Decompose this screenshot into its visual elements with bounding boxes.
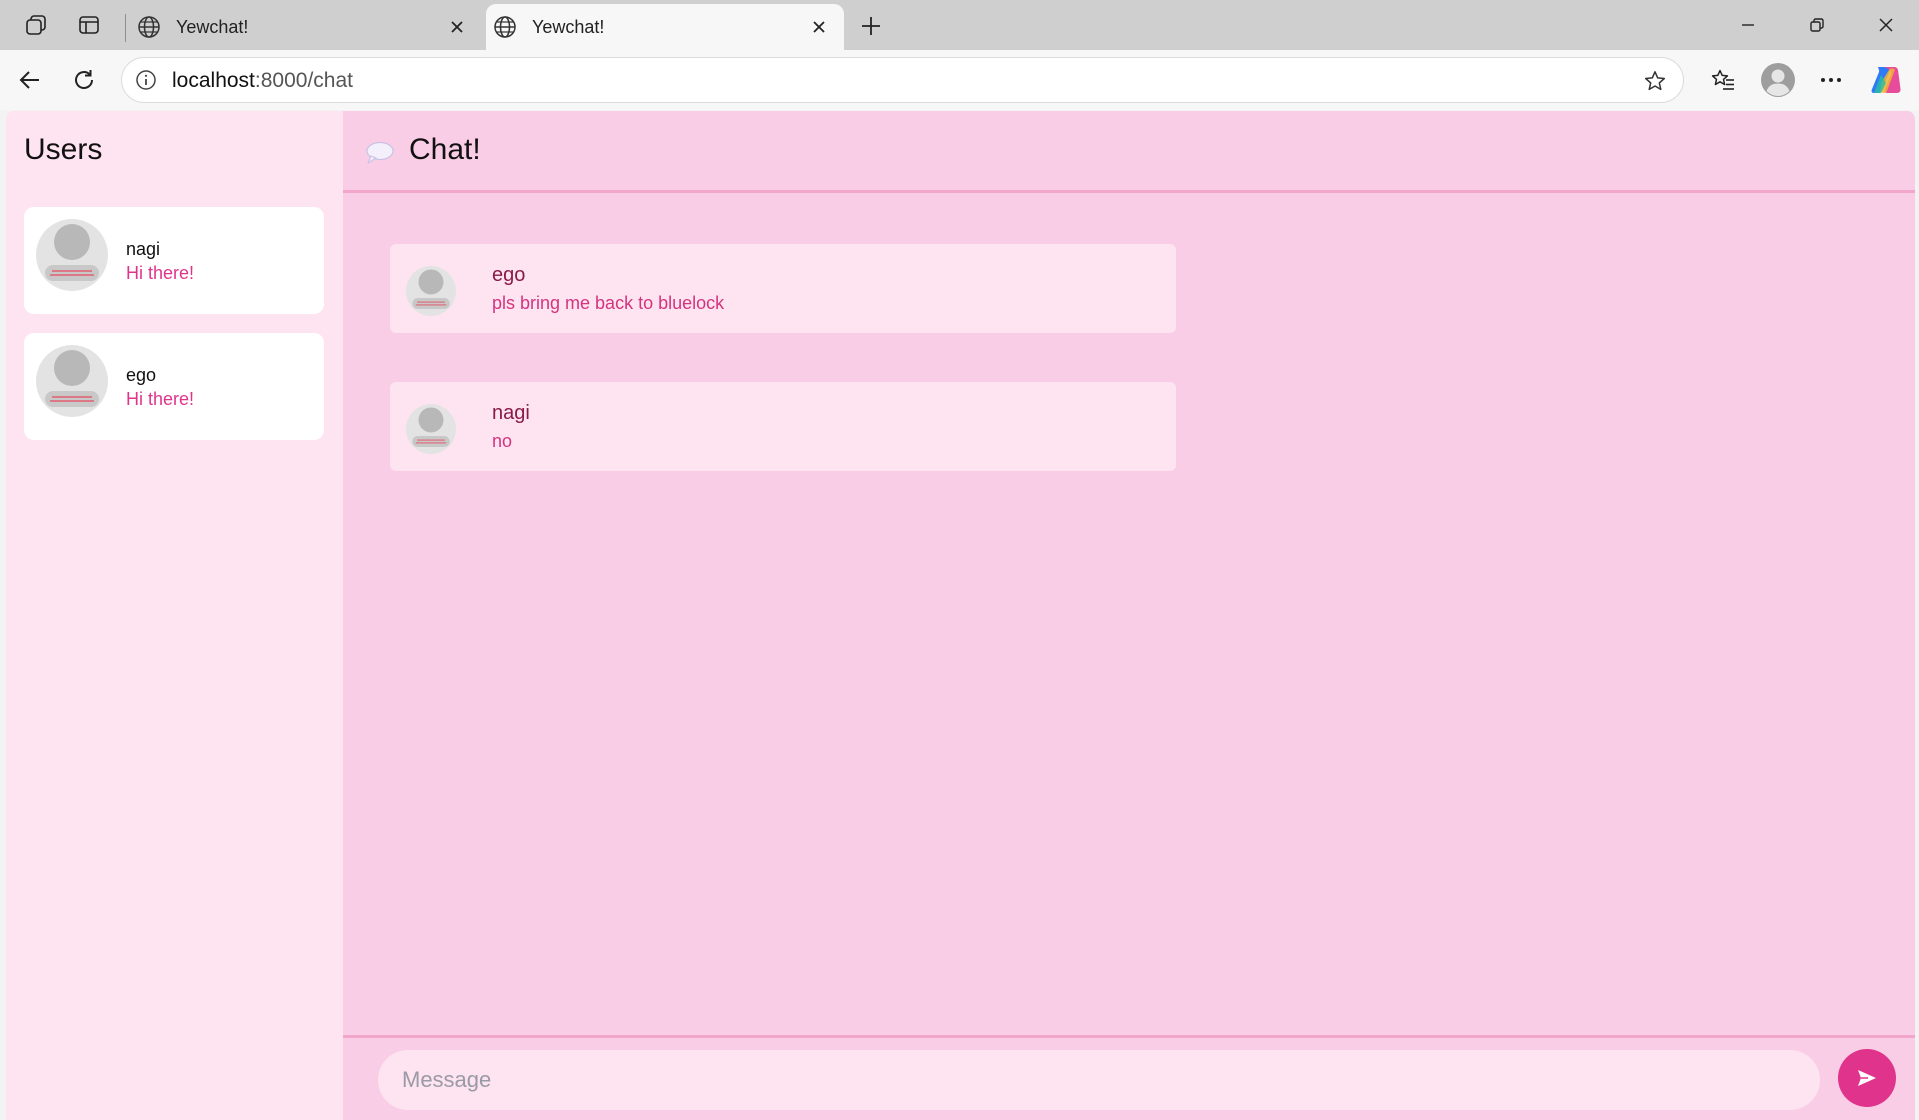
message-sender: nagi xyxy=(492,402,530,424)
tab-title: Yewchat! xyxy=(532,16,605,37)
compose-bar xyxy=(343,1035,1915,1120)
back-button[interactable] xyxy=(14,64,46,96)
url-host: localhost xyxy=(172,69,255,92)
user-name: nagi xyxy=(126,239,161,259)
chat-panel: Chat! ego pls bring me back to bluelock … xyxy=(343,111,1915,1120)
tab-separator xyxy=(125,14,126,42)
url-text: localhost:8000/chat xyxy=(172,69,353,93)
globe-icon xyxy=(136,14,162,40)
restore-button[interactable] xyxy=(1795,10,1839,40)
site-info-icon[interactable] xyxy=(134,68,158,92)
browser-window: Yewchat! Yewchat! localhost:8000/chat Us… xyxy=(0,0,1919,1120)
user-name: ego xyxy=(126,365,157,385)
tab-yewchat-2[interactable]: Yewchat! xyxy=(486,4,844,50)
users-sidebar: Users nagi Hi there! ego Hi there! xyxy=(6,111,342,1120)
globe-icon xyxy=(492,14,518,40)
workspaces-icon[interactable] xyxy=(22,11,50,39)
message-sender: ego xyxy=(492,264,526,286)
chat-title: Chat! xyxy=(409,133,481,166)
minimize-button[interactable] xyxy=(1726,10,1770,40)
address-bar[interactable]: localhost:8000/chat xyxy=(121,57,1684,103)
user-last-message: Hi there! xyxy=(126,389,195,409)
send-button[interactable] xyxy=(1838,1049,1896,1107)
more-options-icon[interactable] xyxy=(1815,64,1847,96)
message-text: no xyxy=(492,431,513,451)
sender-avatar xyxy=(406,266,456,321)
user-avatar xyxy=(36,345,108,422)
user-avatar xyxy=(36,219,108,296)
close-tab-icon[interactable] xyxy=(806,14,832,40)
tab-title: Yewchat! xyxy=(176,16,249,37)
profile-avatar[interactable] xyxy=(1760,62,1796,98)
message-input[interactable] xyxy=(378,1050,1820,1110)
close-window-button[interactable] xyxy=(1864,10,1908,40)
reload-button[interactable] xyxy=(68,64,100,96)
vertical-tabs-icon[interactable] xyxy=(75,11,103,39)
favorites-icon[interactable] xyxy=(1707,64,1739,96)
close-tab-icon[interactable] xyxy=(444,14,470,40)
favorite-star-icon[interactable] xyxy=(1641,67,1669,95)
copilot-icon[interactable] xyxy=(1868,62,1904,98)
send-icon xyxy=(1858,1070,1876,1086)
browser-toolbar: localhost:8000/chat xyxy=(0,50,1919,110)
tab-strip: Yewchat! Yewchat! xyxy=(0,0,1919,50)
sidebar-title: Users xyxy=(24,133,103,166)
user-card-ego[interactable]: ego Hi there! xyxy=(24,333,324,440)
message-card: ego pls bring me back to bluelock xyxy=(390,244,1176,333)
page-viewport: Users nagi Hi there! ego Hi there! Chat!… xyxy=(6,111,1915,1120)
chat-header: Chat! xyxy=(343,111,1915,193)
message-text: pls bring me back to bluelock xyxy=(492,293,725,313)
message-card: nagi no xyxy=(390,382,1176,471)
user-last-message: Hi there! xyxy=(126,263,195,283)
user-card-nagi[interactable]: nagi Hi there! xyxy=(24,207,324,314)
sender-avatar xyxy=(406,404,456,459)
new-tab-button[interactable] xyxy=(856,11,886,41)
tab-yewchat-1[interactable]: Yewchat! xyxy=(130,4,482,50)
url-path: :8000/chat xyxy=(254,69,353,92)
speech-bubble-icon xyxy=(365,141,395,170)
